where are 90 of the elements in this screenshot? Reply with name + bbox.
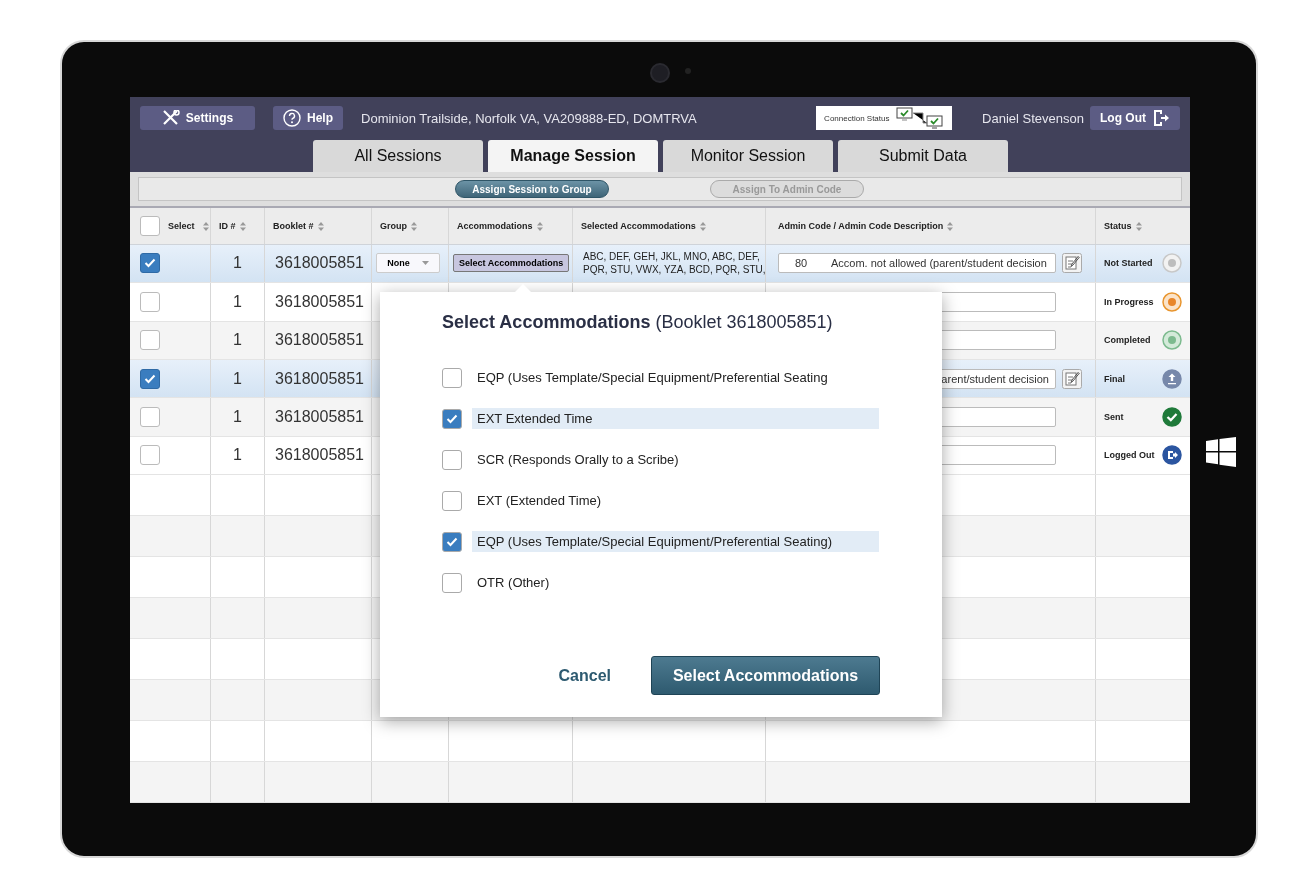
column-header[interactable]: Booklet # xyxy=(273,221,314,232)
select-accommodations-button[interactable]: Select Accommodations xyxy=(453,254,570,273)
help-icon xyxy=(283,109,301,127)
sort-icon xyxy=(317,221,324,231)
checkbox[interactable] xyxy=(140,253,160,274)
group-dropdown[interactable]: None xyxy=(376,253,440,274)
edit-icon[interactable] xyxy=(1062,368,1082,389)
column-header[interactable]: Status xyxy=(1104,221,1132,232)
checkmark-icon xyxy=(446,413,458,424)
table-cell: 3618005851 xyxy=(275,408,364,426)
empty-ring-icon xyxy=(1162,253,1182,274)
checkbox[interactable] xyxy=(140,407,160,427)
sort-icon xyxy=(1135,221,1142,231)
sort-icon xyxy=(411,221,417,231)
select-accommodations-button[interactable]: Select Accommodations xyxy=(651,656,880,695)
table-cell: 3618005851 xyxy=(275,331,364,350)
status-text: Not Started xyxy=(1104,258,1153,269)
table-cell: 3618005851 xyxy=(275,254,364,273)
settings-button[interactable]: Settings xyxy=(140,106,255,130)
tab[interactable]: Manage Session xyxy=(488,140,658,172)
column-header[interactable]: Group xyxy=(380,221,407,232)
table-cell: 1 xyxy=(233,331,242,350)
checkbox[interactable] xyxy=(140,330,160,351)
option-label[interactable]: EQP (Uses Template/Special Equipment/Preferential Seating) xyxy=(472,531,879,552)
accommodations-text: PQR, STU, VWX, YZA, BCD, PQR, STU, xyxy=(583,263,766,277)
table-cell: 3618005851 xyxy=(275,369,364,388)
sort-icon xyxy=(239,221,246,231)
exit-icon xyxy=(1162,445,1182,466)
sort-icon xyxy=(202,221,209,231)
table-cell: 3618005851 xyxy=(275,446,364,465)
status-text: Final xyxy=(1104,373,1125,384)
toolbar-button[interactable]: Assign Session to Group xyxy=(455,180,609,199)
tab[interactable]: Monitor Session xyxy=(663,140,833,172)
option-label[interactable]: EQP (Uses Template/Special Equipment/Preferential Seating xyxy=(472,367,879,388)
option-label[interactable]: EXT (Extended Time) xyxy=(472,490,879,511)
upload-icon xyxy=(1162,368,1182,389)
checkbox[interactable] xyxy=(140,216,160,237)
checkmark-icon xyxy=(144,258,156,269)
table-cell: 3618005851 xyxy=(275,292,364,311)
status-text: Sent xyxy=(1104,412,1124,422)
checkbox[interactable] xyxy=(442,531,462,552)
checkbox[interactable] xyxy=(442,408,462,429)
table-cell: 1 xyxy=(233,369,242,388)
checkbox[interactable] xyxy=(442,490,462,511)
admin-code-field[interactable]: 80 Accom. not allowed (parent/student decision xyxy=(778,253,1056,274)
table-cell: 1 xyxy=(233,446,242,465)
option-label[interactable]: SCR (Responds Orally to a Scribe) xyxy=(472,449,879,470)
checkbox[interactable] xyxy=(442,449,462,470)
logout-button[interactable]: Log Out xyxy=(1090,106,1180,130)
column-header[interactable]: ID # xyxy=(219,221,236,232)
option-label[interactable]: EXT Extended Time xyxy=(472,408,879,429)
checkbox[interactable] xyxy=(442,367,462,388)
edit-icon[interactable] xyxy=(1062,253,1082,274)
option-label[interactable]: OTR (Other) xyxy=(472,572,879,593)
user-name: Daniel Stevenson xyxy=(982,110,1084,126)
checkbox[interactable] xyxy=(140,445,160,466)
dialog-title: Select Accommodations (Booklet 3618005851) xyxy=(442,312,834,333)
tab[interactable]: Submit Data xyxy=(838,140,1008,172)
sort-icon xyxy=(536,221,543,231)
checkmark-icon xyxy=(446,536,458,547)
accommodations-text: ABC, DEF, GEH, JKL, MNO, ABC, DEF, xyxy=(583,250,761,264)
ring-icon xyxy=(1162,291,1182,312)
sort-icon xyxy=(947,221,954,231)
tab[interactable]: All Sessions xyxy=(313,140,483,172)
checkmark-icon xyxy=(144,373,156,384)
help-button[interactable]: Help xyxy=(273,106,343,130)
check-icon xyxy=(1162,407,1182,427)
connection-status-label: Connection Status xyxy=(824,113,890,123)
settings-icon xyxy=(161,110,180,126)
column-header[interactable]: Selected Accommodations xyxy=(581,221,696,232)
table-cell: 1 xyxy=(233,292,242,311)
table-cell: 1 xyxy=(233,408,242,426)
status-text: In Progress xyxy=(1104,296,1154,307)
cancel-button[interactable]: Cancel xyxy=(558,666,611,685)
caret-icon xyxy=(421,261,429,266)
logout-icon xyxy=(1152,109,1170,127)
table-cell: 1 xyxy=(233,254,242,273)
ring-icon xyxy=(1162,330,1182,351)
checkbox[interactable] xyxy=(140,291,160,312)
status-text: Logged Out xyxy=(1104,450,1155,461)
camera-icon xyxy=(650,63,670,83)
checkbox[interactable] xyxy=(140,368,160,389)
column-header[interactable]: Admin Code / Admin Code Description xyxy=(778,221,944,232)
status-text: Completed xyxy=(1104,335,1151,346)
sort-icon xyxy=(699,221,706,231)
windows-logo-icon xyxy=(1206,437,1236,467)
school-info: Dominion Trailside, Norfolk VA, VA209888-ED, DOMTRVA xyxy=(361,110,697,126)
checkbox[interactable] xyxy=(442,572,462,593)
column-header[interactable]: Accommodations xyxy=(457,221,533,232)
column-header[interactable]: Select xyxy=(168,221,195,232)
